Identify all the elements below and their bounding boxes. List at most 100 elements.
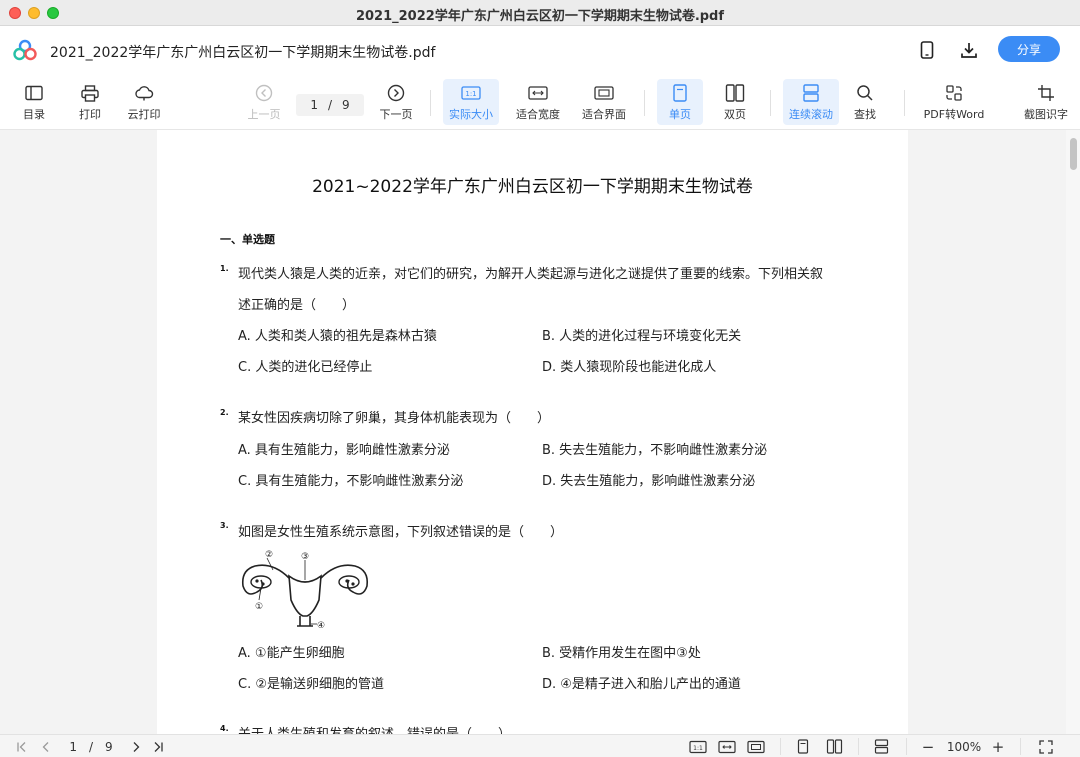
chevron-right-circle-icon [387,84,405,102]
option-b: B. 人类的进化过程与环境变化无关 [542,329,742,344]
zoom-out-button[interactable]: − [919,738,937,756]
paper-title: 2021~2022学年广东广州白云区初一下学期期末生物试卷 [312,177,753,197]
toolbar-divider [770,90,771,116]
fullscreen-button[interactable] [1036,738,1056,755]
print-button[interactable]: 打印 [72,79,108,125]
figure-label: ④ [317,621,325,631]
prev-page-button[interactable]: 上一页 [244,79,284,125]
fit-page-icon [594,86,614,100]
find-button[interactable]: 查找 [847,79,883,125]
fit-width-button[interactable]: 适合宽度 [512,79,564,125]
first-page-button[interactable] [14,738,30,755]
cloud-print-button[interactable]: 云打印 [124,79,164,125]
status-divider [780,738,781,755]
fit-page-status-button[interactable] [746,738,766,755]
zoom-level[interactable]: 100% [944,738,984,755]
question-text: 某女性因疾病切除了卵巢，其身体机能表现为（ ） [238,411,551,426]
figure-label: ① [255,602,263,612]
fit-width-icon [718,740,736,753]
toolbar-divider [430,90,431,116]
status-bar: 1 / 9 1:1 − 100% + [0,734,1080,757]
prev-page-status-button[interactable] [38,738,54,755]
double-page-status-button[interactable] [824,738,844,755]
status-divider [906,738,907,755]
single-page-icon [673,84,687,102]
toc-button[interactable]: 目录 [16,79,52,125]
pdf-page: 2021~2022学年广东广州白云区初一下学期期末生物试卷 一、单选题 1. 现… [157,130,908,734]
vertical-scrollbar[interactable] [1066,130,1080,734]
actual-size-icon: 1:1 [689,740,707,753]
toolbar-divider [904,90,905,116]
toolbar-divider [644,90,645,116]
option-b: B. 失去生殖能力，不影响雌性激素分泌 [542,443,768,458]
question-text: 述正确的是（ ） [238,298,356,313]
option-a: A. 具有生殖能力，影响雌性激素分泌 [238,443,450,458]
first-page-icon [17,741,26,752]
single-page-icon [797,739,809,754]
document-name: 2021_2022学年广东广州白云区初一下学期期末生物试卷.pdf [50,45,436,61]
option-c: C. 人类的进化已经停止 [238,360,373,375]
next-page-status-button[interactable] [128,738,144,755]
page-indicator[interactable]: 1 / 9 [64,738,118,755]
toc-icon [25,85,43,101]
app-header: 2021_2022学年广东广州白云区初一下学期期末生物试卷.pdf 分享 [0,26,1080,74]
continuous-scroll-icon [803,84,819,102]
question-text: 如图是女性生殖系统示意图，下列叙述错误的是（ ） [238,525,564,540]
section-heading: 一、单选题 [220,233,275,246]
continuous-scroll-button[interactable]: 连续滚动 [783,79,839,125]
female-reproductive-system-diagram: ② ③ ① ④ [241,550,369,631]
phone-view-button[interactable] [915,38,939,62]
pdf-convert-icon [946,85,962,101]
last-page-icon [154,741,163,752]
question-text: 关于人类生殖和发育的叙述，错误的是（ ） [238,723,511,734]
figure-label: ③ [301,552,309,562]
actual-size-icon: 1:1 [461,86,481,100]
scrollbar-thumb[interactable] [1070,138,1077,170]
ocr-screenshot-button[interactable]: 截图识字 [1019,79,1073,125]
option-d: D. 类人猿现阶段也能进化成人 [542,360,717,375]
status-divider [1020,738,1021,755]
actual-size-status-button[interactable]: 1:1 [688,738,708,755]
next-page-button[interactable]: 下一页 [376,79,416,125]
phone-icon [920,41,934,59]
page-number-input[interactable]: 1 / 9 [296,94,364,116]
last-page-button[interactable] [150,738,166,755]
toolbar: 目录 打印 云打印 上一页 1 / 9 下一页 1:1 实际大小 适合宽度 适合… [0,74,1080,130]
window-title: 2021_2022学年广东广州白云区初一下学期期末生物试卷.pdf [355,9,725,24]
double-page-icon [725,84,745,102]
download-button[interactable] [957,38,981,62]
question-number: 4. [220,724,229,733]
fit-page-button[interactable]: 适合界面 [578,79,630,125]
question-number: 2. [220,408,229,417]
pdf-to-word-button[interactable]: PDF转Word [919,79,989,125]
single-page-status-button[interactable] [794,738,812,755]
search-icon [857,85,873,101]
figure-label: ② [265,550,273,560]
fullscreen-icon [1039,739,1053,754]
continuous-scroll-status-button[interactable] [872,738,890,755]
status-divider [858,738,859,755]
double-page-button[interactable]: 双页 [713,79,757,125]
option-a: A. 人类和类人猿的祖先是森林古猿 [238,329,437,344]
option-c: C. ②是输送卵细胞的管道 [238,677,384,692]
cloud-icon [135,86,154,101]
fit-width-icon [528,86,548,100]
share-button[interactable]: 分享 [998,36,1060,62]
actual-size-button[interactable]: 1:1 实际大小 [443,79,499,125]
chevron-left-icon [42,741,49,752]
option-a: A. ①能产生卵细胞 [238,646,345,661]
zoom-in-button[interactable]: + [989,738,1007,756]
fit-width-status-button[interactable] [717,738,737,755]
document-viewport[interactable]: 2021~2022学年广东广州白云区初一下学期期末生物试卷 一、单选题 1. 现… [0,130,1080,734]
chevron-left-circle-icon [255,84,273,102]
app-logo-icon [13,39,37,61]
single-page-button[interactable]: 单页 [657,79,703,125]
option-c: C. 具有生殖能力，不影响雌性激素分泌 [238,474,464,489]
title-bar: 2021_2022学年广东广州白云区初一下学期期末生物试卷.pdf [0,0,1080,26]
option-b: B. 受精作用发生在图中③处 [542,646,701,661]
svg-text:1:1: 1:1 [693,745,703,752]
option-d: D. 失去生殖能力，影响雌性激素分泌 [542,474,756,489]
continuous-scroll-icon [874,739,888,754]
question-text: 现代类人猿是人类的近亲，对它们的研究，为解开人类起源与进化之谜提供了重要的线索。… [238,267,824,282]
chevron-right-icon [133,741,140,752]
